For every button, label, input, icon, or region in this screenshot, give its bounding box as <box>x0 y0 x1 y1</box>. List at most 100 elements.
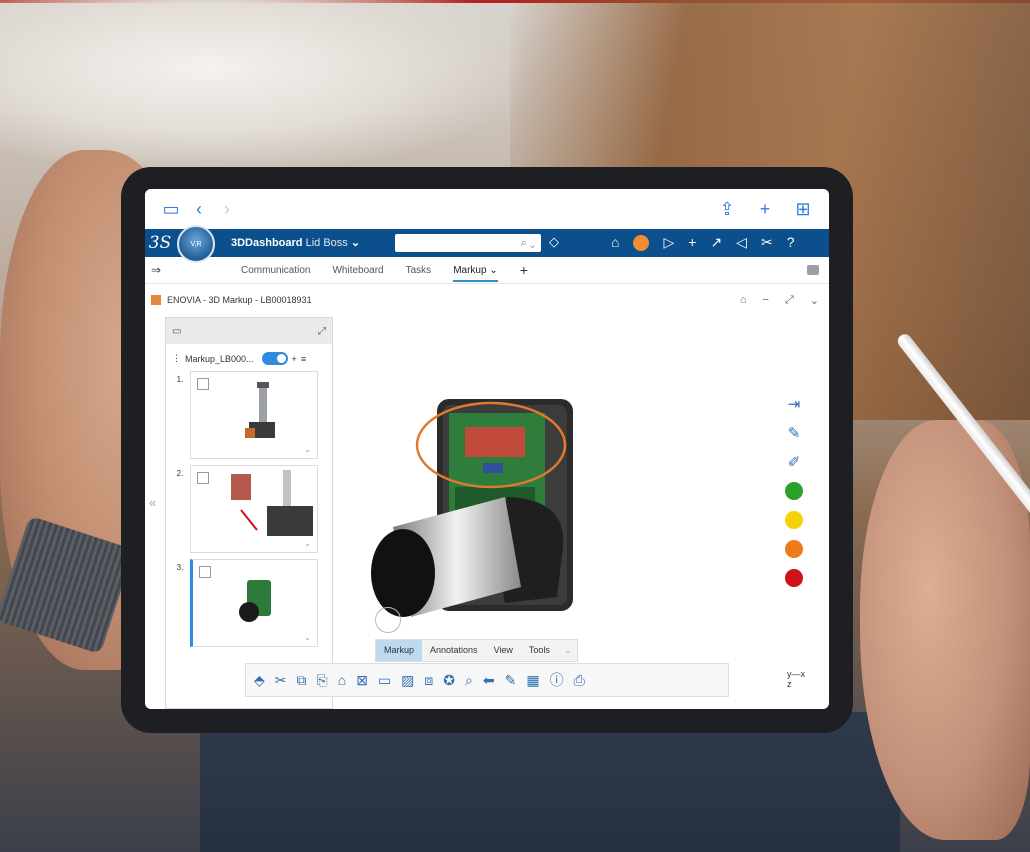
search-input[interactable]: ⌕ ⌄ <box>395 234 541 252</box>
axis-x: x <box>800 669 806 679</box>
cut-icon[interactable]: ✂ <box>275 672 287 689</box>
color-yellow-button[interactable] <box>785 511 803 529</box>
capture-icon[interactable]: ⧈ <box>424 672 433 689</box>
draw-icon[interactable]: ✎ <box>505 672 517 689</box>
back-arrow-icon[interactable]: ⬅ <box>483 672 495 689</box>
tag-icon[interactable]: ◇ <box>549 234 559 250</box>
help-icon[interactable]: ? <box>787 234 795 251</box>
menu-icon[interactable]: ⇒ <box>145 263 241 277</box>
minimize-icon[interactable]: − <box>763 294 769 307</box>
markup-visibility-toggle[interactable] <box>261 352 288 365</box>
3ds-logo-icon[interactable]: 3S <box>145 233 175 253</box>
app-title: ENOVIA - 3D Markup - LB00018931 <box>167 295 312 305</box>
delete-icon[interactable]: ⊠ <box>356 672 368 689</box>
avatar[interactable] <box>633 235 650 251</box>
tab-markup[interactable]: Markup ⌄ <box>453 265 498 282</box>
forward-share-icon[interactable]: ↗ <box>710 234 722 251</box>
camera-icon[interactable]: ✪ <box>443 672 455 689</box>
chevron-down-icon[interactable]: ⌄ <box>810 294 819 307</box>
cloud-icon[interactable]: ⌂ <box>740 294 747 307</box>
share-icon[interactable]: ◁ <box>736 234 747 251</box>
color-orange-button[interactable] <box>785 540 803 558</box>
thumbnail-selected[interactable]: ⌄ <box>190 559 318 647</box>
panel-header: ▭ ⤢ <box>166 318 332 344</box>
back-icon[interactable]: ‹ <box>185 199 213 220</box>
app-header: ENOVIA - 3D Markup - LB00018931 ⌂ − ⤢ ⌄ <box>145 285 829 315</box>
background-lamp <box>0 0 520 170</box>
background-jeans <box>200 712 900 852</box>
panel-toggle-icon[interactable]: ▭ <box>172 326 181 337</box>
chat-icon[interactable] <box>807 265 819 275</box>
drag-handle-icon[interactable]: ⋮ <box>172 353 181 364</box>
dashboard-name: Lid Boss <box>305 237 348 249</box>
grid-icon[interactable]: ▦ <box>526 672 539 689</box>
thumb-number: 1. <box>176 375 184 384</box>
add-icon[interactable]: + <box>688 234 696 251</box>
thumb-checkbox[interactable] <box>197 378 209 390</box>
thumbnail[interactable]: ⌄ <box>190 465 318 553</box>
tab-view[interactable]: View <box>486 640 521 661</box>
tab-markup-label: Markup <box>453 264 487 276</box>
dashboard-title[interactable]: 3DDashboard Lid Boss ⌄ <box>231 236 360 249</box>
thumb-checkbox[interactable] <box>197 472 209 484</box>
action-bar: ⬘ ✂ ⧉ ⎘ ⌂ ⊠ ▭ ▨ ⧈ ✪ ⌕ ⬅ ✎ ▦ ⓘ ⎙ <box>245 663 729 697</box>
axis-triad: y—x z <box>787 669 805 689</box>
chevron-down-icon[interactable]: ⌄ <box>304 633 311 642</box>
add-tab-icon[interactable]: + <box>520 262 528 278</box>
tab-tools[interactable]: Tools <box>521 640 558 661</box>
list-item: 2. ⌄ <box>170 465 328 553</box>
home-icon[interactable]: ⌂ <box>338 672 346 688</box>
collapse-panel-icon[interactable]: « <box>149 495 156 510</box>
save-icon[interactable]: ⎙ <box>574 672 585 689</box>
expand-icon[interactable]: ⤢ <box>318 326 326 337</box>
thumb-image <box>245 382 275 438</box>
markup-thumbnails: 1. ⌄ 2. ⌄ 3. ⌄ <box>166 365 332 647</box>
share-icon[interactable]: ⇪ <box>713 199 741 220</box>
markup-menu-icon[interactable]: ≡ <box>301 354 306 364</box>
chevron-down-icon[interactable]: ⌄ <box>304 539 311 548</box>
exit-markup-icon[interactable]: ⇥ <box>788 395 801 413</box>
tab-whiteboard[interactable]: Whiteboard <box>332 265 383 276</box>
thumb-checkbox[interactable] <box>199 566 211 578</box>
color-red-button[interactable] <box>785 569 803 587</box>
dashboard-bar: 3S V,R 3DDashboard Lid Boss ⌄ ⌕ ⌄ ◇ ⌂ ▷ … <box>145 225 829 263</box>
tab-annotations[interactable]: Annotations <box>422 640 486 661</box>
dashboard-icons: ⌂ ▷ + ↗ ◁ ✂ ? <box>611 234 794 251</box>
list-item: 1. ⌄ <box>170 371 328 459</box>
tablet-screen: ▭ ‹ › ⇪ + ⊞ 3S V,R 3DDashboard Lid Boss … <box>145 189 829 709</box>
forward-icon[interactable]: › <box>213 199 241 220</box>
fullscreen-icon[interactable]: ⤢ <box>785 294 794 307</box>
zoom-icon[interactable]: ⌕ <box>465 672 473 689</box>
new-tab-icon[interactable]: + <box>751 199 779 220</box>
select-icon[interactable]: ⬘ <box>254 672 265 689</box>
markup-row: ⋮ Markup_LB000... + ≡ <box>166 344 332 365</box>
enovia-logo-icon <box>151 295 161 305</box>
tab-markup-tools[interactable]: Markup <box>376 640 423 661</box>
chevron-down-icon[interactable]: ⌄ <box>304 445 311 454</box>
sidebar-icon[interactable]: ▭ <box>157 199 185 220</box>
alert-icon[interactable]: ⓘ <box>550 670 564 690</box>
pen-icon[interactable]: ✎ <box>788 424 801 442</box>
notification-icon[interactable]: ⌂ <box>611 234 619 251</box>
sketch-icon[interactable]: ▨ <box>401 672 414 689</box>
tabs-grid-icon[interactable]: ⊞ <box>789 199 817 220</box>
copy-icon[interactable]: ⧉ <box>297 672 307 689</box>
note-icon[interactable]: ▭ <box>378 672 391 689</box>
thumb-number: 2. <box>176 469 184 478</box>
highlighter-icon[interactable]: ✐ <box>788 453 801 471</box>
dashboard-app-name: 3DDashboard <box>231 237 303 249</box>
view-cube-icon[interactable] <box>375 607 401 633</box>
share-arrow-icon[interactable]: ▷ <box>663 234 674 251</box>
thumbnail[interactable]: ⌄ <box>190 371 318 459</box>
tab-communication[interactable]: Communication <box>241 265 310 276</box>
tab-tasks[interactable]: Tasks <box>406 265 432 276</box>
paste-icon[interactable]: ⎘ <box>317 672 328 689</box>
color-green-button[interactable] <box>785 482 803 500</box>
markup-panel: ▭ ⤢ ⋮ Markup_LB000... + ≡ 1. ⌄ 2. ⌄ 3. ⌄ <box>165 317 333 709</box>
tools-icon[interactable]: ✂ <box>761 234 773 251</box>
list-item: 3. ⌄ <box>170 559 328 647</box>
markup-side-tools: ⇥ ✎ ✐ <box>785 395 803 587</box>
chevron-down-icon[interactable]: ⌄ <box>558 640 578 661</box>
add-markup-icon[interactable]: + <box>292 354 297 364</box>
right-hand <box>860 420 1030 840</box>
